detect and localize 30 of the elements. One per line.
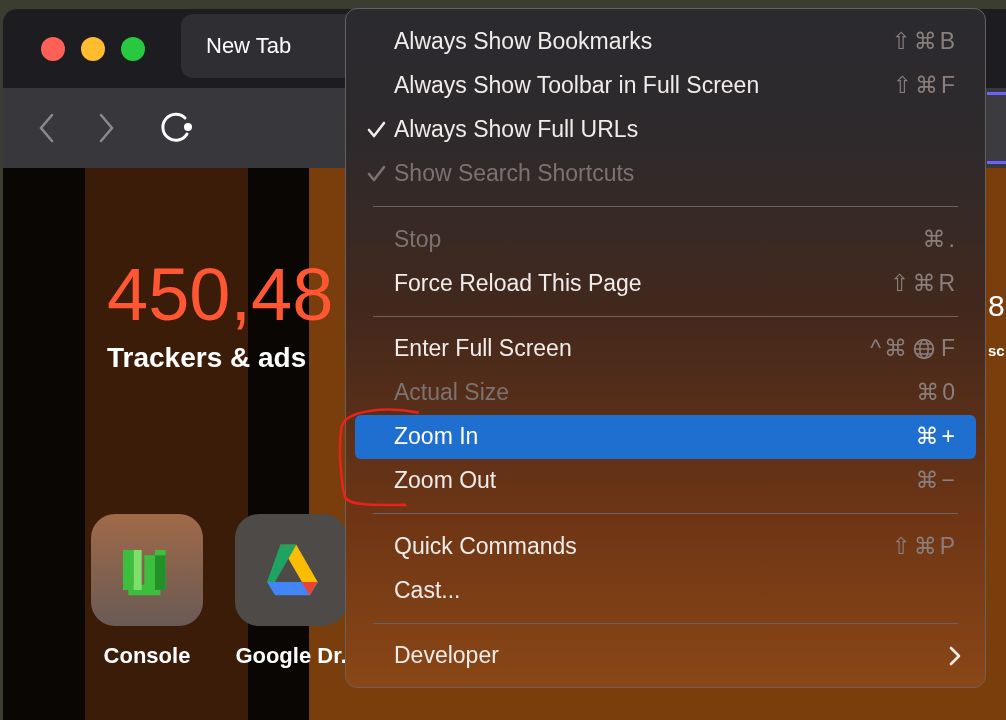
shortcut-tile[interactable]	[235, 514, 347, 626]
keyboard-shortcut: ⌘.	[922, 225, 958, 253]
keyboard-shortcut: ⇧⌘B	[891, 28, 958, 56]
keyboard-shortcut: ⌘−	[915, 467, 958, 495]
keyboard-shortcut: F	[940, 335, 958, 363]
keyboard-shortcut: ⇧⌘R	[890, 269, 958, 297]
stat-count: 8	[988, 288, 1005, 324]
menu-item[interactable]: Zoom In ⌘+	[355, 414, 976, 459]
tracker-count: 450,48	[107, 252, 334, 338]
globe-icon	[912, 337, 935, 360]
menu-item[interactable]: Zoom Out ⌘−	[355, 458, 976, 503]
shortcut-tile[interactable]	[91, 514, 203, 626]
menu-item[interactable]: Force Reload This Page ⇧⌘R	[355, 261, 976, 306]
menu-item[interactable]: Quick Commands ⇧⌘P	[355, 524, 976, 569]
keyboard-shortcut: ⌘0	[916, 379, 958, 407]
minimize-button[interactable]	[81, 36, 105, 61]
tile-label: Google Dr.	[235, 643, 347, 669]
close-button[interactable]	[41, 36, 65, 61]
stat-label: Trackers & ads	[107, 342, 308, 374]
menu-item[interactable]: Always Show Full URLs	[355, 107, 976, 152]
keyboard-shortcut: ^⌘	[870, 335, 910, 363]
zoom-button[interactable]	[121, 36, 145, 61]
tile-label: Console	[103, 643, 191, 669]
menu-item[interactable]: Developer	[355, 634, 976, 678]
keyboard-shortcut: ⇧⌘F	[892, 72, 958, 100]
keyboard-shortcut: ⇧⌘P	[891, 532, 958, 560]
keyboard-shortcut: ⌘+	[915, 423, 958, 451]
menu-item[interactable]: Cast...	[355, 568, 976, 613]
menu-item[interactable]: Enter Full Screen ^⌘ F	[355, 327, 976, 371]
stat-label: sc	[988, 342, 1005, 359]
